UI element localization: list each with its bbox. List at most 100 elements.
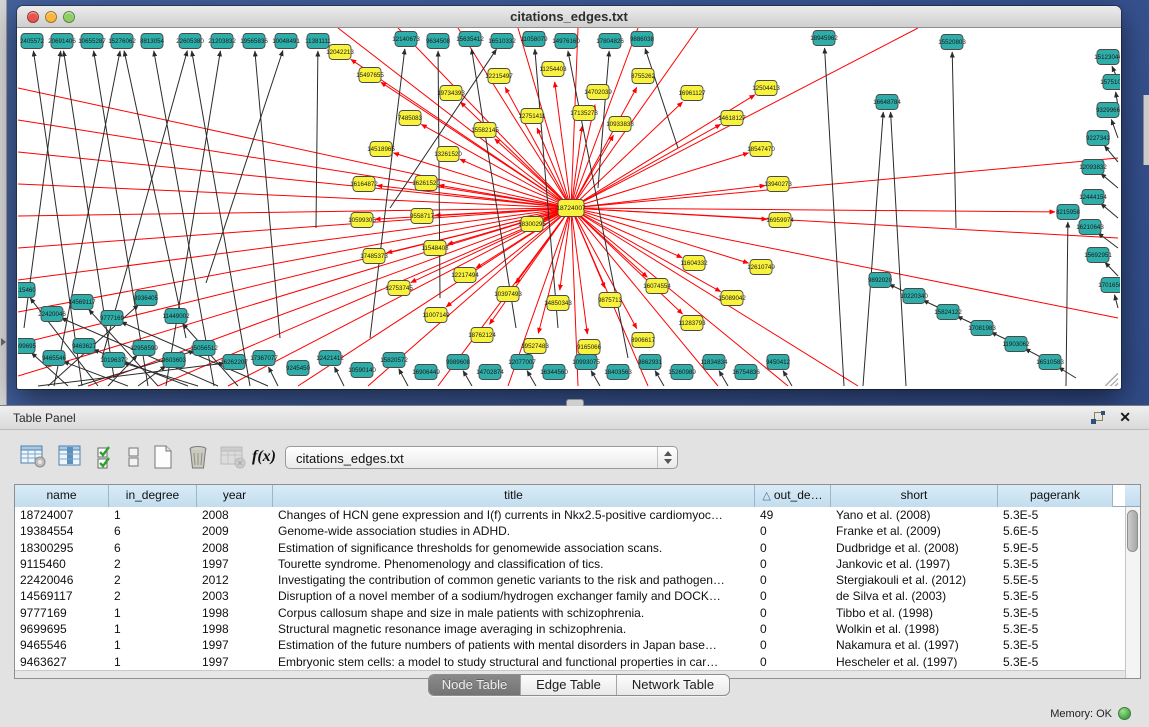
graph-node[interactable]: 20691406: [48, 34, 76, 49]
table-settings-icon[interactable]: [20, 444, 46, 468]
graph-node[interactable]: 12215497: [485, 69, 513, 84]
graph-node[interactable]: 11903062: [1002, 337, 1030, 352]
graph-node[interactable]: 12444154: [1079, 190, 1107, 205]
table-vertical-scrollbar[interactable]: [1125, 507, 1140, 678]
graph-node[interactable]: 14850343: [544, 296, 572, 311]
graph-node[interactable]: 10599305: [348, 213, 376, 228]
table-select-dropdown[interactable]: citations_edges.txt: [285, 446, 678, 469]
table-row[interactable]: 946554611997Estimation of the future num…: [15, 637, 1125, 653]
panel-drag-handle[interactable]: [566, 399, 584, 406]
graph-node[interactable]: 10933838: [606, 117, 634, 132]
graph-node[interactable]: 22605380: [176, 34, 204, 49]
new-table-icon[interactable]: [152, 444, 174, 470]
table-row[interactable]: 2242004622012Investigating the contribut…: [15, 572, 1125, 588]
column-header-short[interactable]: short: [831, 485, 998, 507]
graph-node[interactable]: 16344560: [540, 365, 568, 380]
graph-node[interactable]: 11058079: [520, 32, 548, 47]
graph-node[interactable]: 21203832: [208, 34, 236, 49]
graph-node[interactable]: 10048491: [272, 34, 300, 49]
graph-node[interactable]: 9892020: [868, 273, 893, 288]
tab-edge-table[interactable]: Edge Table: [521, 675, 617, 695]
graph-node[interactable]: 17804826: [596, 34, 624, 49]
graph-node[interactable]: 9886038: [630, 32, 655, 47]
graph-node[interactable]: 11548408: [421, 241, 449, 256]
graph-node[interactable]: 16262207: [220, 355, 248, 370]
graph-node[interactable]: 14702039: [584, 85, 612, 100]
graph-node[interactable]: 15123044: [1094, 50, 1120, 65]
graph-node[interactable]: 12504413: [752, 81, 780, 96]
graph-node[interactable]: 12077007: [508, 355, 536, 370]
graph-node[interactable]: 2405572: [20, 34, 45, 49]
row-height-icon[interactable]: [128, 444, 140, 470]
graph-node[interactable]: 11834834: [700, 355, 728, 370]
graph-node[interactable]: 14518965: [367, 142, 395, 157]
graph-node[interactable]: 19527483: [521, 339, 549, 354]
graph-node[interactable]: 9165066: [577, 340, 602, 355]
graph-node[interactable]: 16959974: [766, 213, 794, 228]
float-panel-icon[interactable]: [1091, 411, 1105, 425]
graph-node[interactable]: 15635412: [456, 32, 484, 47]
graph-node[interactable]: 10590140: [348, 363, 376, 378]
graph-node[interactable]: 15260989: [668, 365, 696, 380]
graph-node[interactable]: 12140673: [392, 32, 420, 47]
graph-node[interactable]: 10196372: [100, 353, 128, 368]
graph-node[interactable]: 14618127: [718, 111, 746, 126]
window-titlebar[interactable]: citations_edges.txt: [17, 6, 1121, 28]
column-header-in_degree[interactable]: in_degree: [109, 485, 197, 507]
graph-node[interactable]: 14976160: [552, 34, 580, 49]
graph-node[interactable]: 15751074: [1100, 75, 1120, 90]
window-resize-grip[interactable]: [1105, 373, 1118, 386]
tab-node-table[interactable]: Node Table: [429, 675, 521, 695]
delete-icon[interactable]: [186, 444, 210, 470]
graph-node[interactable]: 16510583: [1036, 355, 1064, 370]
graph-node[interactable]: 15520803: [938, 35, 966, 50]
column-header-year[interactable]: year: [197, 485, 273, 507]
graph-node[interactable]: 17135278: [570, 106, 598, 121]
table-row[interactable]: 1830029562008Estimation of significance …: [15, 540, 1125, 556]
column-header-pagerank[interactable]: pagerank: [998, 485, 1113, 507]
graph-node[interactable]: 9450412: [766, 355, 791, 370]
graph-node[interactable]: 10993075: [572, 355, 600, 370]
graph-node[interactable]: 9463627: [72, 339, 97, 354]
graph-node[interactable]: 12217494: [451, 268, 479, 283]
graph-node[interactable]: 18403563: [604, 365, 632, 380]
table-row[interactable]: 911546021997Tourette syndrome. Phenomeno…: [15, 556, 1125, 572]
graph-node[interactable]: 11283793: [678, 316, 706, 331]
graph-node[interactable]: 9465546: [42, 351, 67, 366]
graph-node[interactable]: 10655287: [78, 34, 106, 49]
graph-node[interactable]: 15276062: [108, 34, 136, 49]
graph-node[interactable]: 11381111: [305, 34, 331, 49]
import-table-icon[interactable]: [220, 444, 246, 470]
table-row[interactable]: 1938455462009Genome-wide association stu…: [15, 523, 1125, 539]
graph-node[interactable]: 13940273: [764, 177, 792, 192]
graph-node[interactable]: 17367077: [250, 351, 278, 366]
tab-network-table[interactable]: Network Table: [617, 675, 729, 695]
graph-node[interactable]: 13261520: [434, 147, 462, 162]
graph-node[interactable]: 12958599: [130, 341, 158, 356]
graph-node[interactable]: 14702874: [476, 365, 504, 380]
graph-node[interactable]: 8755262: [631, 69, 656, 84]
graph-node[interactable]: 15497655: [356, 68, 384, 83]
graph-node[interactable]: 17485373: [360, 249, 388, 264]
graph-node[interactable]: 19565836: [240, 34, 268, 49]
graph-node[interactable]: 9875713: [598, 293, 623, 308]
function-builder-button[interactable]: f(x): [252, 448, 276, 466]
graph-node[interactable]: 12751411: [518, 109, 546, 124]
graph-node[interactable]: 15089042: [718, 291, 746, 306]
graph-node[interactable]: 9245450: [286, 361, 311, 376]
graph-node[interactable]: 18724007: [556, 200, 586, 217]
graph-node[interactable]: 10220340: [900, 289, 928, 304]
graph-node[interactable]: 10397493: [494, 287, 522, 302]
graph-node[interactable]: 9634508: [426, 34, 451, 49]
graph-node[interactable]: 19734393: [437, 86, 465, 101]
graph-node[interactable]: 18300295: [518, 217, 546, 232]
column-select-icon[interactable]: [58, 444, 82, 468]
graph-node[interactable]: 16754836: [732, 365, 760, 380]
table-row[interactable]: 969969511998Structural magnetic resonanc…: [15, 621, 1125, 637]
column-header-name[interactable]: name: [15, 485, 109, 507]
graph-node[interactable]: 16648784: [873, 95, 901, 110]
graph-node[interactable]: 16210643: [1076, 220, 1104, 235]
graph-node[interactable]: 15056512: [190, 341, 218, 356]
table-row[interactable]: 977716911998Corpus callosum shape and si…: [15, 605, 1125, 621]
graph-node[interactable]: 11254403: [539, 62, 567, 77]
